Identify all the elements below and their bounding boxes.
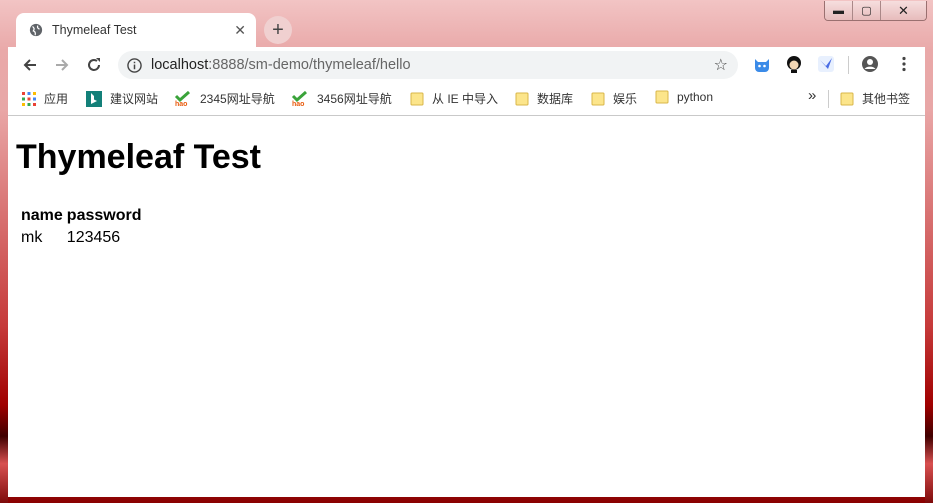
toolbar-divider — [848, 56, 849, 74]
page-content: Thymeleaf Test name password mk 123456 — [8, 116, 925, 497]
extension-cat-icon[interactable] — [753, 55, 771, 73]
folder-icon — [840, 92, 854, 105]
folder-icon — [591, 92, 605, 105]
bookmarks-bar: 应用 建议网站 hao 2345网址导航 hao 3456网址导航 从 IE 中… — [8, 83, 925, 116]
url-path: :8888/sm-demo/thymeleaf/hello — [208, 57, 411, 73]
folder-icon — [410, 92, 424, 105]
svg-text:hao: hao — [292, 101, 304, 107]
address-bar[interactable]: localhost:8888/sm-demo/thymeleaf/hello ☆ — [118, 51, 738, 79]
bookmark-label: 从 IE 中导入 — [432, 92, 499, 106]
profile-icon[interactable] — [861, 55, 879, 73]
window-border-left — [0, 110, 8, 503]
tab-close-icon[interactable]: ✕ — [234, 22, 246, 39]
bookmark-label: 建议网站 — [110, 92, 159, 106]
bookmark-label: 应用 — [44, 92, 69, 106]
bookmark-label: 数据库 — [537, 92, 574, 106]
bookmark-label: 其他书签 — [862, 92, 911, 106]
reload-icon[interactable] — [78, 57, 110, 73]
table-row: mk 123456 — [20, 228, 142, 248]
hao-icon: hao — [291, 90, 307, 107]
new-tab-button[interactable]: + — [264, 16, 292, 44]
other-bookmarks[interactable]: 其他书签 — [840, 90, 910, 107]
column-header-name: name — [21, 207, 63, 224]
bookmark-star-icon[interactable]: ☆ — [714, 55, 728, 75]
extension-bird-icon[interactable] — [817, 55, 835, 73]
back-arrow-icon[interactable] — [14, 57, 46, 73]
bookmark-database[interactable]: 数据库 — [515, 90, 573, 107]
url-host: localhost — [151, 57, 209, 73]
forward-arrow-icon[interactable] — [46, 57, 78, 73]
browser-tab[interactable]: Thymeleaf Test ✕ — [16, 13, 256, 47]
menu-kebab-icon[interactable] — [895, 55, 913, 73]
bookmarks-overflow-button[interactable]: » — [808, 87, 816, 104]
hao-icon: hao — [174, 90, 190, 107]
close-window-button[interactable]: ✕ — [881, 1, 926, 20]
page-title: Thymeleaf Test — [16, 138, 262, 176]
bookmark-label: 娱乐 — [613, 92, 638, 106]
minimize-button[interactable]: ▬ — [825, 1, 853, 20]
window-border-right — [925, 110, 933, 503]
bookmark-python[interactable]: python — [655, 90, 713, 104]
extension-avatar-icon[interactable] — [785, 55, 803, 73]
bookmark-label: python — [677, 90, 714, 104]
table-header-row: name password — [20, 206, 142, 226]
info-icon[interactable] — [127, 57, 142, 73]
url-text[interactable]: localhost:8888/sm-demo/thymeleaf/hello — [151, 57, 714, 73]
bing-icon — [86, 90, 102, 107]
cell-name: mk — [21, 229, 43, 246]
bookmark-entertainment[interactable]: 娱乐 — [591, 90, 637, 107]
window-controls: ▬ ▢ ✕ — [824, 1, 927, 21]
bookmarks-divider — [828, 90, 829, 108]
cell-password: 123456 — [66, 229, 121, 246]
bookmark-apps[interactable]: 应用 — [22, 90, 68, 107]
bookmark-label: 2345网址导航 — [200, 92, 275, 106]
folder-icon — [655, 90, 669, 104]
bookmark-2345[interactable]: hao 2345网址导航 — [174, 90, 275, 107]
column-header-password: password — [66, 207, 142, 224]
browser-toolbar: localhost:8888/sm-demo/thymeleaf/hello ☆ — [8, 47, 925, 83]
bookmark-suggested-sites[interactable]: 建议网站 — [86, 90, 158, 107]
bookmark-label: 3456网址导航 — [317, 92, 392, 106]
bookmark-3456[interactable]: hao 3456网址导航 — [291, 90, 392, 107]
folder-icon — [515, 92, 529, 105]
apps-grid-icon — [22, 91, 36, 106]
globe-icon — [29, 23, 43, 37]
user-table: name password mk 123456 — [18, 204, 144, 250]
tab-title: Thymeleaf Test — [52, 23, 137, 37]
svg-text:hao: hao — [175, 101, 187, 107]
maximize-button[interactable]: ▢ — [853, 1, 881, 20]
bookmark-ie-import[interactable]: 从 IE 中导入 — [410, 90, 498, 107]
